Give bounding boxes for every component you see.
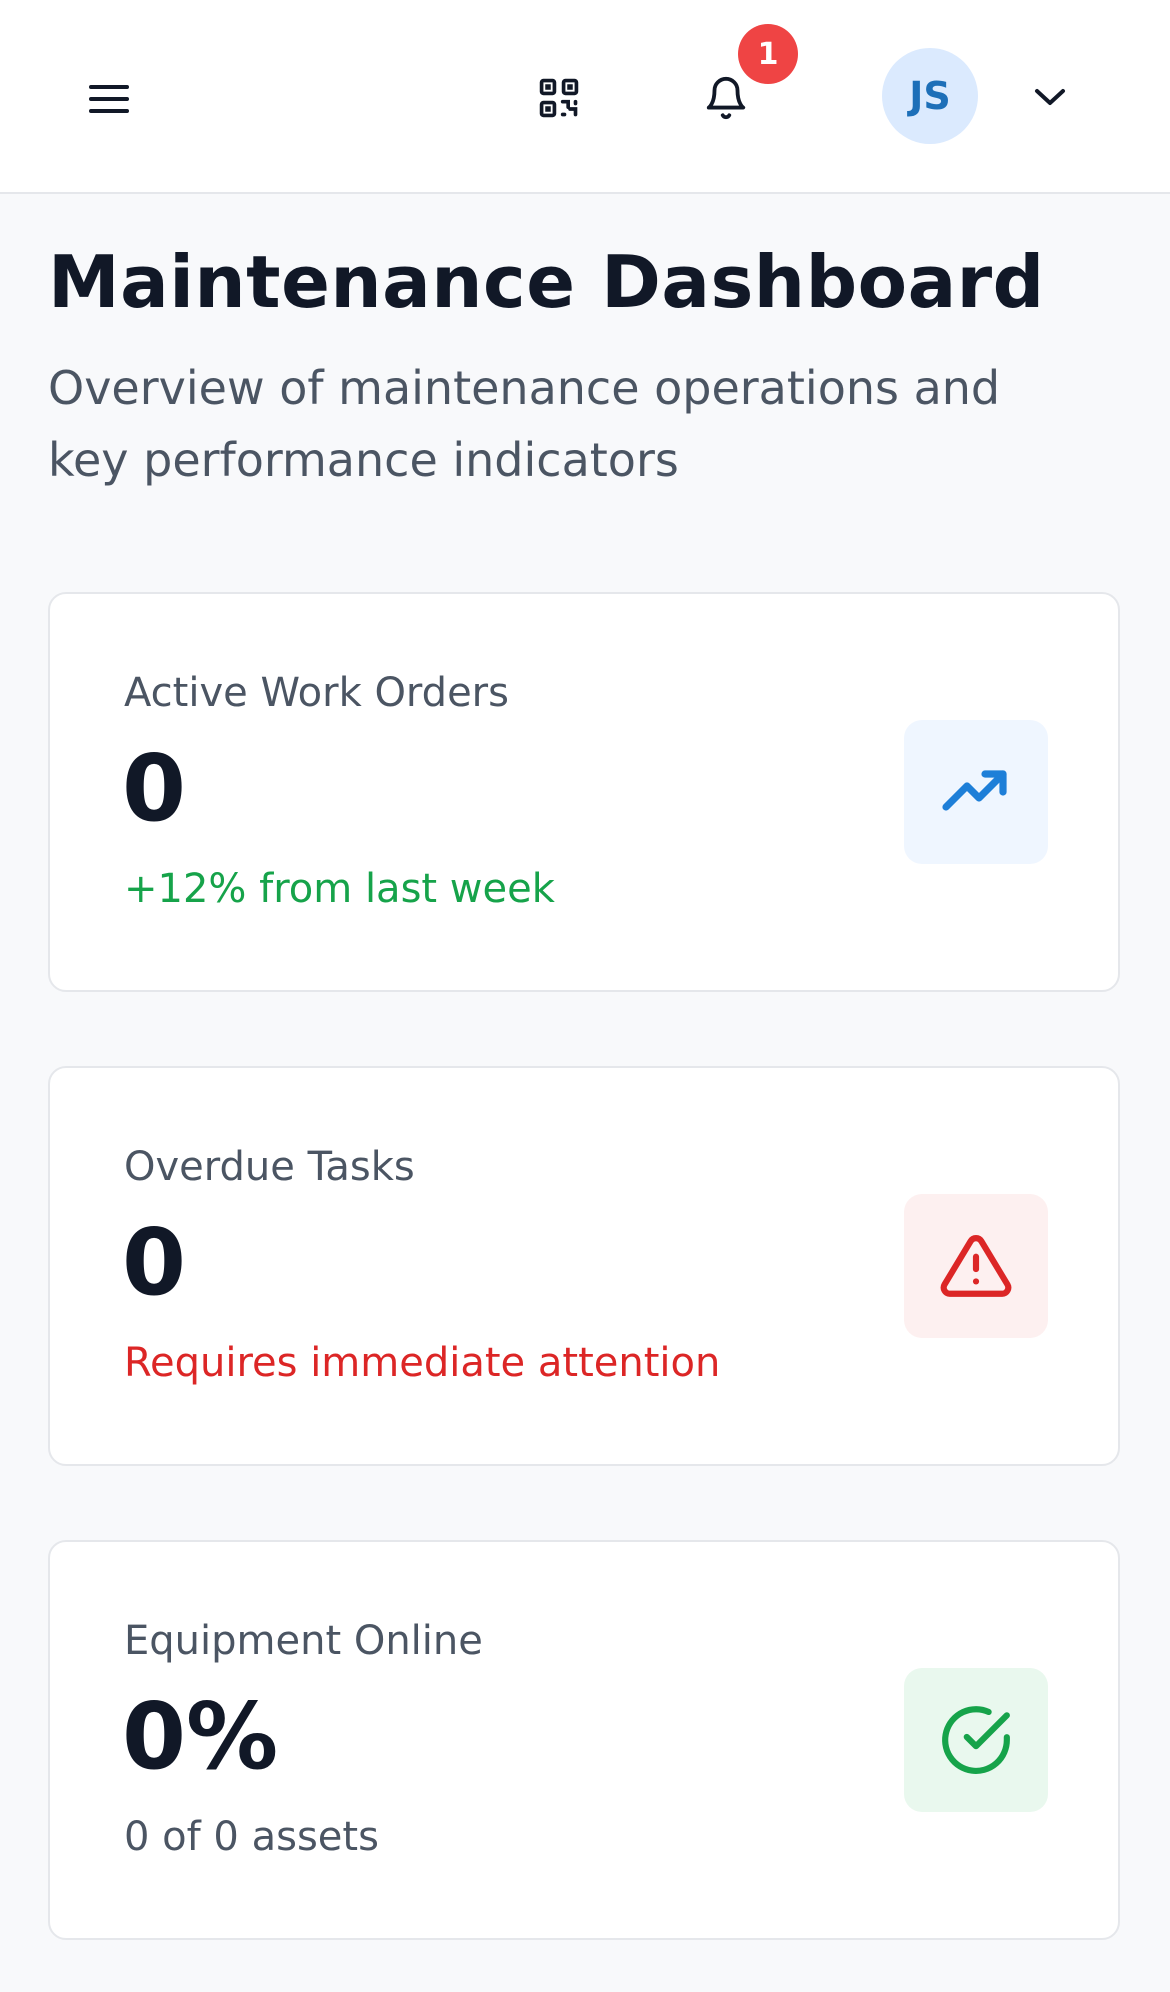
stat-value: 0% [122, 1683, 279, 1790]
stat-label: Active Work Orders [124, 670, 509, 716]
check-circle-icon [942, 1706, 1010, 1774]
user-menu-button[interactable] [1020, 72, 1080, 122]
top-bar: 1 JS [0, 0, 1170, 194]
page-subtitle: Overview of maintenance operations and k… [48, 361, 1001, 487]
notification-badge: 1 [738, 24, 798, 84]
user-avatar[interactable]: JS [882, 48, 978, 144]
stat-card-equipment-online[interactable]: Equipment Online 0% 0 of 0 assets [48, 1540, 1120, 1940]
stat-value: 0 [122, 1209, 187, 1316]
qr-code-icon [539, 78, 579, 118]
stat-trend-note: +12% from last week [124, 866, 555, 912]
stat-value: 0 [122, 735, 187, 842]
stat-card-overdue-tasks[interactable]: Overdue Tasks 0 Requires immediate atten… [48, 1066, 1120, 1466]
alert-triangle-icon [940, 1235, 1012, 1297]
stat-icon-tile [904, 720, 1048, 864]
stat-label: Equipment Online [124, 1618, 483, 1664]
bell-icon [706, 77, 746, 120]
page-title: Maintenance Dashboard [48, 240, 1045, 324]
menu-button[interactable] [74, 64, 144, 134]
stat-assets-note: 0 of 0 assets [124, 1814, 379, 1860]
stat-icon-tile [904, 1668, 1048, 1812]
menu-icon [89, 85, 129, 113]
stat-label: Overdue Tasks [124, 1144, 415, 1190]
stat-icon-tile [904, 1194, 1048, 1338]
trending-up-icon [942, 770, 1007, 811]
chevron-down-icon [1035, 89, 1065, 105]
stat-card-active-work-orders[interactable]: Active Work Orders 0 +12% from last week [48, 592, 1120, 992]
stat-alert-note: Requires immediate attention [124, 1340, 721, 1386]
qr-scan-button[interactable] [523, 62, 595, 134]
